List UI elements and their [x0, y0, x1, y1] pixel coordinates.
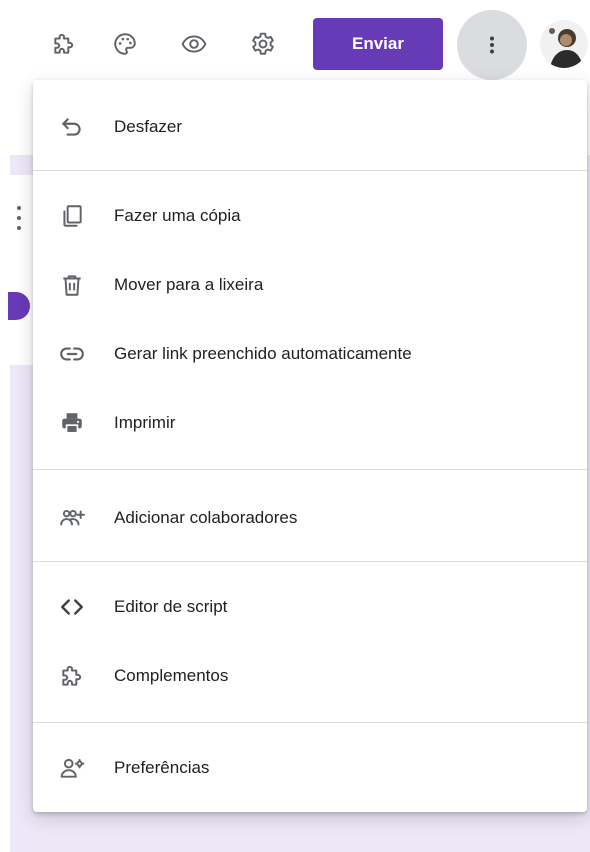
menu-item-add-ons[interactable]: Complementos — [33, 648, 587, 704]
eye-icon[interactable] — [172, 22, 216, 66]
top-toolbar: Enviar — [0, 0, 590, 88]
menu-item-prefilled-link[interactable]: Gerar link preenchido automaticamente — [33, 326, 587, 382]
more-options-menu: Desfazer Fazer uma cópia Mover para a li… — [33, 80, 587, 812]
menu-item-label: Mover para a lixeira — [114, 275, 264, 294]
menu-item-label: Preferências — [114, 758, 210, 777]
vertical-dots-icon — [490, 36, 494, 54]
menu-item-add-collaborators[interactable]: Adicionar colaboradores — [33, 490, 587, 546]
menu-item-print[interactable]: Imprimir — [33, 395, 587, 451]
menu-item-label: Editor de script — [114, 597, 228, 616]
menu-item-preferences[interactable]: Preferências — [33, 740, 587, 796]
menu-item-undo[interactable]: Desfazer — [33, 99, 587, 155]
undo-icon — [57, 112, 87, 142]
printer-icon — [57, 408, 87, 438]
person-settings-icon — [57, 753, 87, 783]
menu-item-label: Desfazer — [114, 117, 183, 136]
menu-item-move-to-trash[interactable]: Mover para a lixeira — [33, 257, 587, 313]
add-people-icon — [57, 503, 87, 533]
copy-icon — [57, 201, 87, 231]
gear-icon[interactable] — [241, 22, 285, 66]
menu-item-label: Imprimir — [114, 413, 176, 432]
menu-divider — [33, 722, 587, 723]
menu-item-label: Complementos — [114, 666, 229, 685]
menu-item-make-copy[interactable]: Fazer uma cópia — [33, 188, 587, 244]
menu-item-label: Adicionar colaboradores — [114, 508, 298, 527]
card-more-icon[interactable] — [16, 206, 22, 232]
menu-divider — [33, 170, 587, 171]
more-options-button[interactable] — [457, 10, 527, 80]
code-icon — [57, 592, 87, 622]
menu-divider — [33, 469, 587, 470]
palette-icon[interactable] — [103, 22, 147, 66]
send-button[interactable]: Enviar — [313, 18, 443, 70]
puzzle-icon[interactable] — [42, 22, 86, 66]
menu-item-script-editor[interactable]: Editor de script — [33, 579, 587, 635]
avatar[interactable] — [540, 20, 588, 68]
link-icon — [57, 339, 87, 369]
menu-divider — [33, 561, 587, 562]
puzzle-icon — [57, 661, 87, 691]
menu-item-label: Gerar link preenchido automaticamente — [114, 344, 412, 363]
trash-icon — [57, 270, 87, 300]
menu-item-label: Fazer uma cópia — [114, 206, 241, 225]
